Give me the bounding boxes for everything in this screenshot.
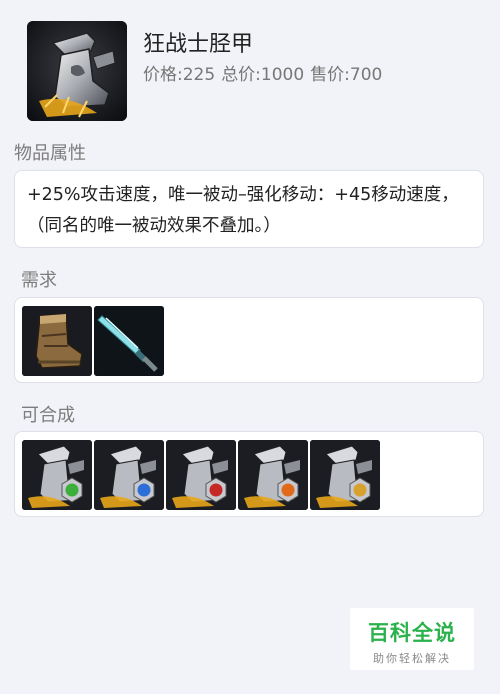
- greaves-red-enchant-icon[interactable]: [166, 440, 236, 510]
- item-header: 狂战士胫甲 价格:225 总价:1000 售价:700: [27, 21, 487, 121]
- item-prices: 价格:225 总价:1000 售价:700: [143, 60, 388, 85]
- berserker-greaves-icon: [27, 21, 127, 121]
- watermark-subtitle: 助你轻松解决: [373, 652, 451, 665]
- builds-into-title: 可合成: [21, 405, 75, 426]
- greaves-gold-enchant-icon[interactable]: [310, 440, 380, 510]
- attributes-card: +25%攻击速度，唯一被动–强化移动：+45移动速度，（同名的唯一被动效果不叠加…: [14, 170, 484, 248]
- item-sell-price: 售价:700: [310, 65, 383, 85]
- attributes-description: +25%攻击速度，唯一被动–强化移动：+45移动速度，（同名的唯一被动效果不叠加…: [27, 185, 459, 236]
- watermark: 百科全说 助你轻松解决: [350, 608, 474, 670]
- requirements-card: [14, 297, 484, 383]
- item-name: 狂战士胫甲: [143, 32, 254, 57]
- greaves-orange-enchant-icon[interactable]: [238, 440, 308, 510]
- boots-of-speed-icon[interactable]: [22, 306, 92, 376]
- builds-into-list: [22, 440, 380, 510]
- requirements-title: 需求: [21, 270, 57, 291]
- greaves-green-enchant-icon[interactable]: [22, 440, 92, 510]
- item-price: 价格:225: [143, 65, 216, 85]
- watermark-title: 百科全说: [368, 621, 456, 645]
- builds-into-card: [14, 431, 484, 517]
- greaves-blue-enchant-icon[interactable]: [94, 440, 164, 510]
- attributes-title: 物品属性: [14, 143, 86, 164]
- dagger-icon[interactable]: [94, 306, 164, 376]
- item-total-price: 总价:1000: [221, 65, 305, 85]
- requirements-list: [22, 306, 164, 376]
